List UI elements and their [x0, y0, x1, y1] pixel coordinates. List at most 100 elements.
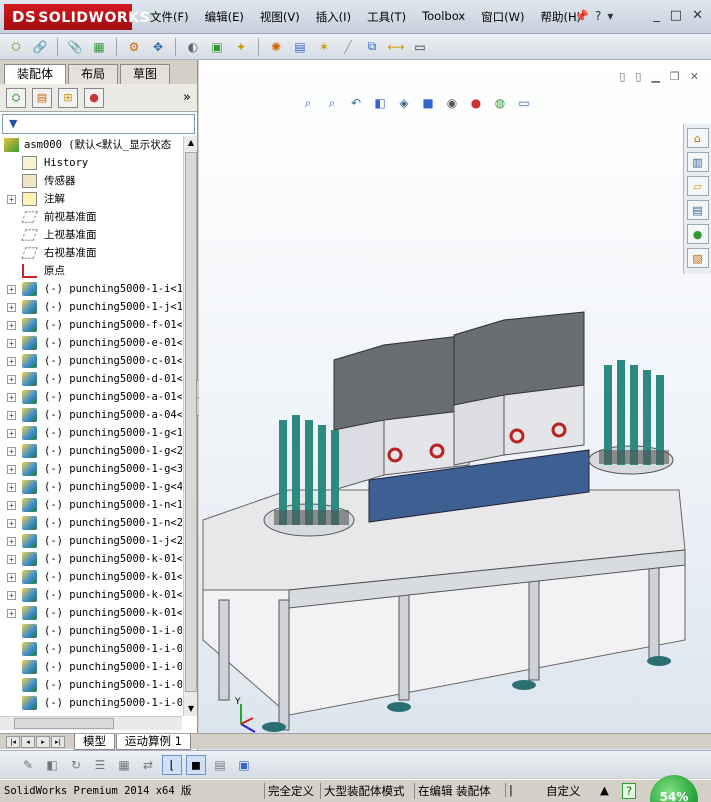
zoom-to-area-icon[interactable]: ⌕	[323, 94, 341, 112]
units-dropdown[interactable]: 自定义	[546, 783, 581, 799]
expand-plus-icon[interactable]: +	[7, 285, 16, 294]
new-motion-study-icon[interactable]: ✺	[266, 37, 286, 57]
tree-item[interactable]: + (-) punching5000-1-j<2>	[0, 532, 182, 550]
sketch-tool-icon[interactable]: ✎	[18, 755, 38, 775]
teal-rack-right[interactable]	[588, 360, 674, 475]
tree-item[interactable]: + (-) punching5000-k-01<3	[0, 586, 182, 604]
tree-item[interactable]: + (-) punching5000-1-g<3>	[0, 460, 182, 478]
tree-item[interactable]: + (-) punching5000-1-g<2>	[0, 442, 182, 460]
tree-item[interactable]: 原点	[0, 262, 182, 280]
tree-item[interactable]: + (-) punching5000-d-01<1	[0, 370, 182, 388]
design-library-icon[interactable]: ▥	[686, 152, 709, 172]
graphics-area[interactable]: ▯ ▯ ▁ ❐ ✕ ⌕ ⌕ ↶ ◧ ◈ ■ ◉ ● ◍ ▭ Y ⌂ ▥ ▱ ▤ …	[199, 60, 711, 750]
clearance-icon[interactable]: ⟷	[386, 37, 406, 57]
expand-plus-icon[interactable]: +	[7, 393, 16, 402]
help-question-icon[interactable]: ?	[595, 9, 601, 23]
view-orientation-icon[interactable]: ◈	[395, 94, 413, 112]
menu-file[interactable]: 文件(F)	[150, 9, 189, 25]
tree-item[interactable]: + (-) punching5000-c-01<1	[0, 352, 182, 370]
expand-plus-icon[interactable]: +	[7, 483, 16, 492]
tree-item[interactable]: (-) punching5000-1-i-02	[0, 640, 182, 658]
assembly-features-icon[interactable]: ▣	[207, 37, 227, 57]
menu-view[interactable]: 视图(V)	[260, 9, 300, 25]
expand-plus-icon[interactable]: +	[7, 429, 16, 438]
tree-item[interactable]: + (-) punching5000-1-i<1>	[0, 280, 182, 298]
tree-item[interactable]: 上视基准面	[0, 226, 182, 244]
chevron-down-icon[interactable]: ▾	[607, 9, 613, 23]
expand-plus-icon[interactable]: +	[7, 303, 16, 312]
punching-unit-left[interactable]	[333, 334, 470, 491]
expand-plus-icon[interactable]: +	[7, 501, 16, 510]
appearances-icon[interactable]: ●	[686, 224, 709, 244]
feature-manager-icon[interactable]: ⛭	[6, 87, 26, 108]
tree-filter[interactable]: ▼	[2, 114, 195, 134]
table-icon[interactable]: ▤	[210, 755, 230, 775]
insert-components-icon[interactable]: ⛭	[6, 37, 26, 57]
previous-view-icon[interactable]: ↶	[347, 94, 365, 112]
exploded-view-icon[interactable]: ✶	[314, 37, 334, 57]
units-chevron-icon[interactable]: ▲	[600, 783, 609, 797]
section-view-icon[interactable]: ◧	[371, 94, 389, 112]
last-tab-icon[interactable]: ▸|	[51, 736, 65, 748]
explode-line-sketch-icon[interactable]: ╱	[338, 37, 358, 57]
paperclip-icon[interactable]: 📎	[65, 37, 85, 57]
linear-pattern-icon[interactable]: ▦	[89, 37, 109, 57]
tree-item[interactable]: (-) punching5000-1-i-01	[0, 694, 182, 712]
tree-item[interactable]: + (-) punching5000-1-g<1>	[0, 424, 182, 442]
expand-plus-icon[interactable]: +	[7, 321, 16, 330]
help-icon[interactable]: ?	[622, 783, 637, 799]
menu-tools[interactable]: 工具(T)	[367, 9, 406, 25]
relations-icon[interactable]: ⇄	[138, 755, 158, 775]
expand-plus-icon[interactable]: +	[7, 357, 16, 366]
tree-item[interactable]: + (-) punching5000-1-n<2>	[0, 514, 182, 532]
app-logo[interactable]: DS SOLIDWORKS	[4, 4, 150, 30]
tab-assembly[interactable]: 装配体	[4, 64, 67, 84]
expand-plus-icon[interactable]: +	[7, 537, 16, 546]
tree-item[interactable]: + (-) punching5000-1-j<1>	[0, 298, 182, 316]
zoom-to-fit-icon[interactable]: ⌕	[299, 94, 317, 112]
tree-item[interactable]: (-) punching5000-1-i-02	[0, 658, 182, 676]
doc-close-icon[interactable]: ✕	[690, 70, 699, 83]
tree-item[interactable]: History	[0, 154, 182, 172]
expand-plus-icon[interactable]: +	[7, 375, 16, 384]
tree-vertical-scrollbar[interactable]: ▲ ▼	[183, 136, 197, 716]
tree-item[interactable]: + (-) punching5000-1-g<4>	[0, 478, 182, 496]
expand-plus-icon[interactable]: +	[7, 555, 16, 564]
tree-horizontal-scrollbar[interactable]	[0, 716, 182, 730]
tab-layout[interactable]: 布局	[68, 64, 119, 84]
pin-icon[interactable]: 📌	[574, 9, 589, 23]
expand-plus-icon[interactable]: +	[7, 447, 16, 456]
doc-minimize-icon[interactable]: ▁	[651, 70, 659, 83]
prev-tab-icon[interactable]: ◂	[21, 736, 35, 748]
revolve-icon[interactable]: ↻	[66, 755, 86, 775]
tab-model[interactable]: 模型	[74, 734, 115, 750]
tree-item[interactable]: + (-) punching5000-e-01<1	[0, 334, 182, 352]
minimize-button[interactable]: _	[653, 8, 660, 23]
custom-properties-icon[interactable]: ▧	[686, 248, 709, 268]
reference-geometry-icon[interactable]: ✦	[231, 37, 251, 57]
move-component-icon[interactable]: ✥	[148, 37, 168, 57]
file-explorer-icon[interactable]: ▱	[686, 176, 709, 196]
display-manager-icon[interactable]: ●	[84, 87, 104, 108]
quick-snaps-icon[interactable]: ⌊	[162, 754, 182, 775]
expand-plus-icon[interactable]: +	[7, 465, 16, 474]
tile-icon[interactable]: ▯	[619, 70, 625, 83]
tree-item[interactable]: + (-) punching5000-k-01<1	[0, 550, 182, 568]
tree-item[interactable]: + (-) punching5000-a-04<1	[0, 406, 182, 424]
hide-show-icon[interactable]: ◐	[183, 37, 203, 57]
display-style-icon[interactable]: ■	[419, 94, 437, 112]
tree-item[interactable]: + (-) punching5000-k-01<2	[0, 568, 182, 586]
punching-unit-right[interactable]	[453, 311, 585, 466]
tab-motion-study-1[interactable]: 运动算例 1	[116, 734, 191, 750]
expand-plus-icon[interactable]: +	[7, 591, 16, 600]
doc-restore-icon[interactable]: ❐	[670, 70, 680, 83]
tree-item[interactable]: + (-) punching5000-k-01<4	[0, 604, 182, 622]
property-manager-icon[interactable]: ▤	[32, 87, 52, 108]
menu-edit[interactable]: 编辑(E)	[205, 9, 244, 25]
shaded-icon[interactable]: ◼	[186, 754, 206, 775]
hscroll-thumb[interactable]	[14, 718, 114, 729]
apply-scene-icon[interactable]: ◍	[491, 94, 509, 112]
view-settings-icon[interactable]: ▭	[515, 94, 533, 112]
tree-item[interactable]: (-) punching5000-1-i-02	[0, 676, 182, 694]
tree-item[interactable]: + (-) punching5000-1-n<1>	[0, 496, 182, 514]
